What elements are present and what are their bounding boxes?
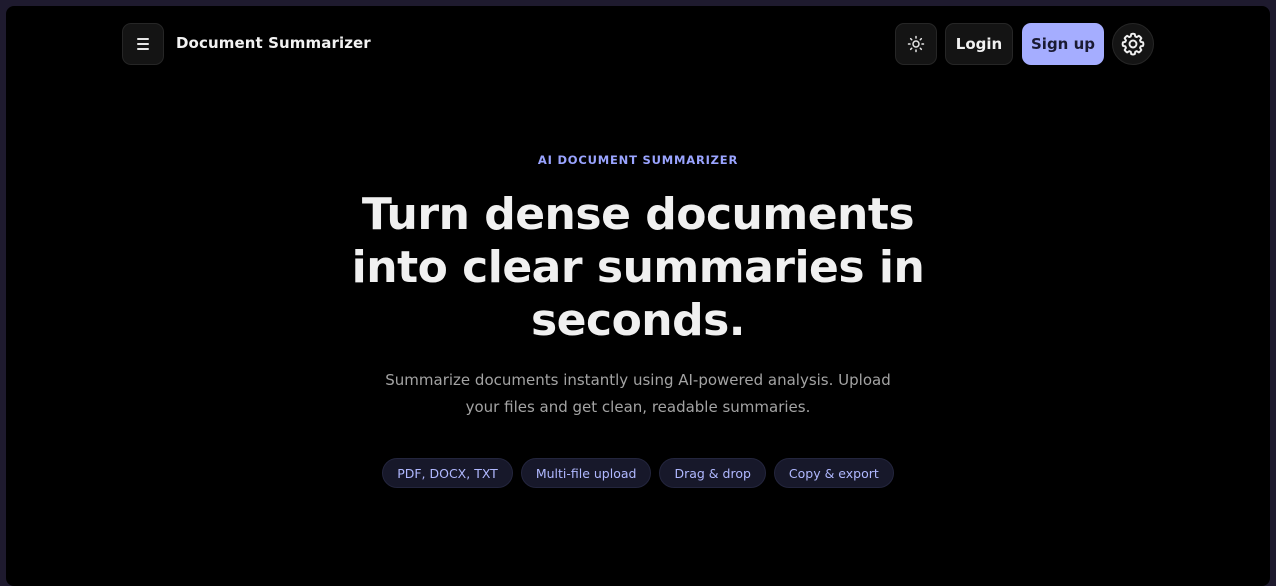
- hero-eyebrow: AI DOCUMENT SUMMARIZER: [537, 153, 739, 167]
- feature-chips: PDF, DOCX, TXT Multi-file upload Drag & …: [6, 458, 1270, 488]
- chip-drag-drop[interactable]: Drag & drop: [659, 458, 766, 488]
- chip-copy-export[interactable]: Copy & export: [773, 458, 894, 488]
- theme-toggle-button[interactable]: [895, 23, 937, 65]
- gear-icon: [1121, 32, 1145, 56]
- chip-file-formats[interactable]: PDF, DOCX, TXT: [382, 458, 513, 488]
- top-header: Document Summarizer Login Sign up: [6, 6, 1270, 82]
- settings-button[interactable]: [1112, 23, 1154, 65]
- sun-icon: [907, 35, 925, 53]
- chip-multi-file-upload[interactable]: Multi-file upload: [520, 458, 652, 488]
- brand-title: Document Summarizer: [176, 34, 371, 52]
- app-frame: Document Summarizer Login Sign up AI DOC…: [6, 6, 1270, 586]
- hamburger-icon: [137, 38, 149, 40]
- hero-headline: Turn dense documents into clear summarie…: [351, 189, 925, 346]
- signup-button[interactable]: Sign up: [1022, 23, 1104, 65]
- login-button[interactable]: Login: [945, 23, 1013, 65]
- hero-subhead: Summarize documents instantly using AI-p…: [385, 371, 891, 416]
- menu-button[interactable]: [122, 23, 164, 65]
